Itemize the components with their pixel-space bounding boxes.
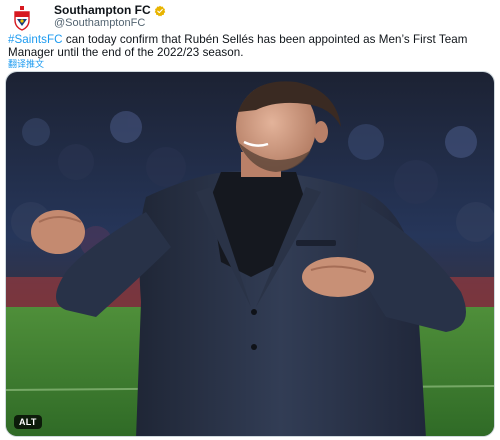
display-name[interactable]: Southampton FC <box>54 4 151 17</box>
southampton-crest-icon <box>14 6 30 31</box>
tweet-text: #SaintsFC can today confirm that Rubén S… <box>8 33 494 59</box>
avatar[interactable] <box>8 4 36 32</box>
verified-badge-icon <box>154 5 165 16</box>
translate-link[interactable]: 翻译推文 <box>8 57 44 70</box>
tweet-photo[interactable]: ALT <box>5 71 495 437</box>
handle[interactable]: @SouthamptonFC <box>54 17 166 30</box>
alt-text-badge[interactable]: ALT <box>14 415 42 429</box>
tweet-body: can today confirm that Rubén Sellés has … <box>8 33 468 59</box>
tweet-header: Southampton FC @SouthamptonFC <box>8 4 488 32</box>
account-names: Southampton FC @SouthamptonFC <box>54 4 166 30</box>
manager-photo <box>6 72 494 436</box>
hashtag-link[interactable]: #SaintsFC <box>8 33 63 46</box>
